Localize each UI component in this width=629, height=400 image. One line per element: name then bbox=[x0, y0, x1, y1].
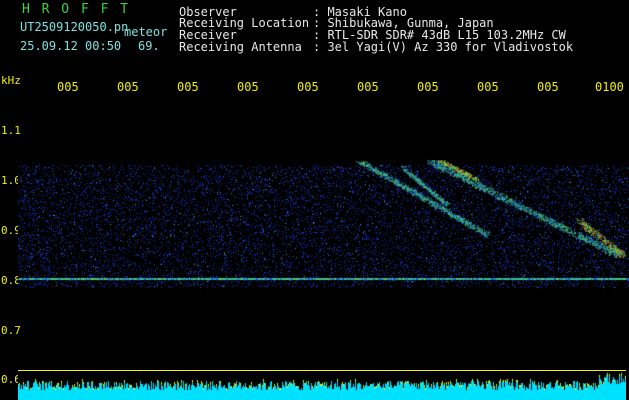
antenna-label: Receiving Antenna bbox=[179, 40, 302, 54]
baseline-top-line bbox=[18, 370, 626, 371]
time-tick: 005 bbox=[357, 80, 379, 94]
axis-unit-label: kHz bbox=[1, 74, 21, 87]
time-tick: 005 bbox=[537, 80, 559, 94]
time-tick: 0100 bbox=[595, 80, 624, 94]
time-tick: 005 bbox=[177, 80, 199, 94]
time-tick: 005 bbox=[417, 80, 439, 94]
time-tick: 005 bbox=[297, 80, 319, 94]
freq-tick: 0.7 bbox=[1, 324, 21, 337]
freq-tick: 1.1 bbox=[1, 124, 21, 137]
datetime-label: 25.09.12 00:50 bbox=[20, 39, 122, 53]
time-tick: 005 bbox=[237, 80, 259, 94]
signal-level-strip bbox=[18, 372, 626, 400]
time-tick: 005 bbox=[57, 80, 79, 94]
time-tick: 005 bbox=[477, 80, 499, 94]
count-label: 69. bbox=[138, 39, 160, 53]
time-tick: 005 bbox=[117, 80, 139, 94]
antenna-value: : 3el Yagi(V) Az 330 for Vladivostok bbox=[313, 40, 574, 54]
mode-label: meteor bbox=[124, 25, 168, 39]
spectrogram bbox=[18, 160, 629, 290]
filename-label: UT2509120050.pn bbox=[20, 20, 129, 34]
brand-title: H R O F F T bbox=[22, 2, 131, 17]
